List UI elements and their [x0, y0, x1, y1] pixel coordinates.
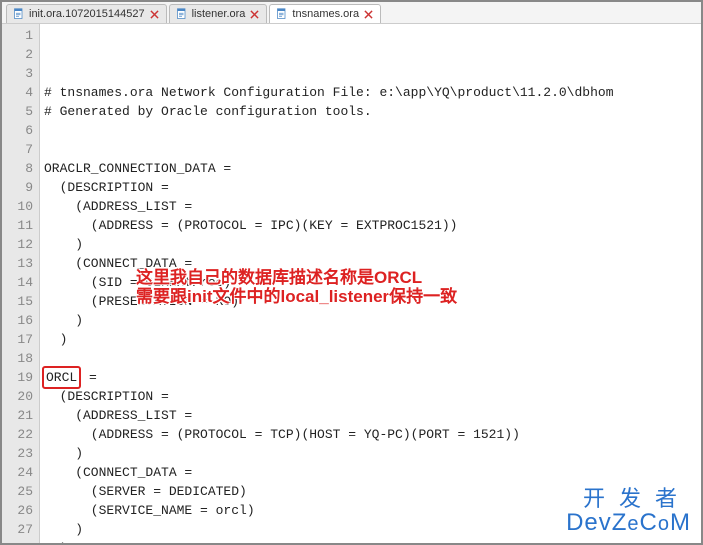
tab-2[interactable]: tnsnames.ora [269, 4, 381, 23]
line-number: 19 [4, 368, 33, 387]
code-line[interactable]: (SERVICE_NAME = orcl) [44, 501, 701, 520]
line-number: 10 [4, 197, 33, 216]
highlight-box: ORCL [42, 366, 81, 389]
code-line[interactable]: (PRESENTATION = RO) [44, 292, 701, 311]
code-area[interactable]: 1234567891011121314151617181920212223242… [2, 24, 701, 543]
close-icon[interactable] [249, 9, 260, 20]
tab-1[interactable]: listener.ora [169, 4, 268, 23]
line-number: 6 [4, 121, 33, 140]
code-line[interactable]: # tnsnames.ora Network Configuration Fil… [44, 83, 701, 102]
editor-window: init.ora.1072015144527 listener.ora tnsnam… [0, 0, 703, 545]
code-line[interactable]: (SID = CLRExtProc) [44, 273, 701, 292]
code-line[interactable]: ) [44, 539, 701, 543]
code-text: = [81, 368, 97, 387]
code-line[interactable]: (CONNECT_DATA = [44, 463, 701, 482]
tab-bar: init.ora.1072015144527 listener.ora tnsnam… [2, 2, 701, 24]
code-line[interactable] [44, 349, 701, 368]
code-line[interactable]: ORCL = [44, 368, 701, 387]
code-line[interactable] [44, 140, 701, 159]
code-line[interactable]: (ADDRESS_LIST = [44, 406, 701, 425]
file-icon [276, 8, 288, 20]
code-line[interactable]: ) [44, 235, 701, 254]
code-line[interactable]: (SERVER = DEDICATED) [44, 482, 701, 501]
line-number: 13 [4, 254, 33, 273]
line-number: 2 [4, 45, 33, 64]
line-number: 17 [4, 330, 33, 349]
close-icon[interactable] [149, 9, 160, 20]
line-number: 14 [4, 273, 33, 292]
line-number: 9 [4, 178, 33, 197]
line-number-gutter: 1234567891011121314151617181920212223242… [2, 24, 40, 543]
code-line[interactable]: ORACLR_CONNECTION_DATA = [44, 159, 701, 178]
line-number: 5 [4, 102, 33, 121]
line-number: 22 [4, 425, 33, 444]
code-line[interactable]: ) [44, 444, 701, 463]
code-line[interactable]: (DESCRIPTION = [44, 387, 701, 406]
line-number: 26 [4, 501, 33, 520]
tab-label: init.ora.1072015144527 [29, 8, 145, 20]
line-number: 1 [4, 26, 33, 45]
line-number: 11 [4, 216, 33, 235]
code-line[interactable] [44, 121, 701, 140]
code-line[interactable]: (DESCRIPTION = [44, 178, 701, 197]
code-line[interactable]: ) [44, 311, 701, 330]
close-icon[interactable] [363, 9, 374, 20]
line-number: 4 [4, 83, 33, 102]
code-line[interactable]: ) [44, 520, 701, 539]
line-number: 25 [4, 482, 33, 501]
line-number: 12 [4, 235, 33, 254]
line-number: 3 [4, 64, 33, 83]
line-number: 21 [4, 406, 33, 425]
code-content[interactable]: # tnsnames.ora Network Configuration Fil… [40, 24, 701, 543]
tab-0[interactable]: init.ora.1072015144527 [6, 4, 167, 23]
code-line[interactable]: (ADDRESS_LIST = [44, 197, 701, 216]
code-line[interactable]: # Generated by Oracle configuration tool… [44, 102, 701, 121]
line-number: 27 [4, 520, 33, 539]
line-number: 18 [4, 349, 33, 368]
tab-label: tnsnames.ora [292, 8, 359, 20]
line-number: 24 [4, 463, 33, 482]
code-line[interactable]: (CONNECT_DATA = [44, 254, 701, 273]
file-icon [176, 8, 188, 20]
line-number: 16 [4, 311, 33, 330]
line-number: 20 [4, 387, 33, 406]
file-icon [13, 8, 25, 20]
code-line[interactable]: (ADDRESS = (PROTOCOL = IPC)(KEY = EXTPRO… [44, 216, 701, 235]
line-number: 15 [4, 292, 33, 311]
line-number: 8 [4, 159, 33, 178]
code-line[interactable]: ) [44, 330, 701, 349]
line-number: 7 [4, 140, 33, 159]
code-line[interactable]: (ADDRESS = (PROTOCOL = TCP)(HOST = YQ-PC… [44, 425, 701, 444]
line-number: 23 [4, 444, 33, 463]
tab-label: listener.ora [192, 8, 246, 20]
